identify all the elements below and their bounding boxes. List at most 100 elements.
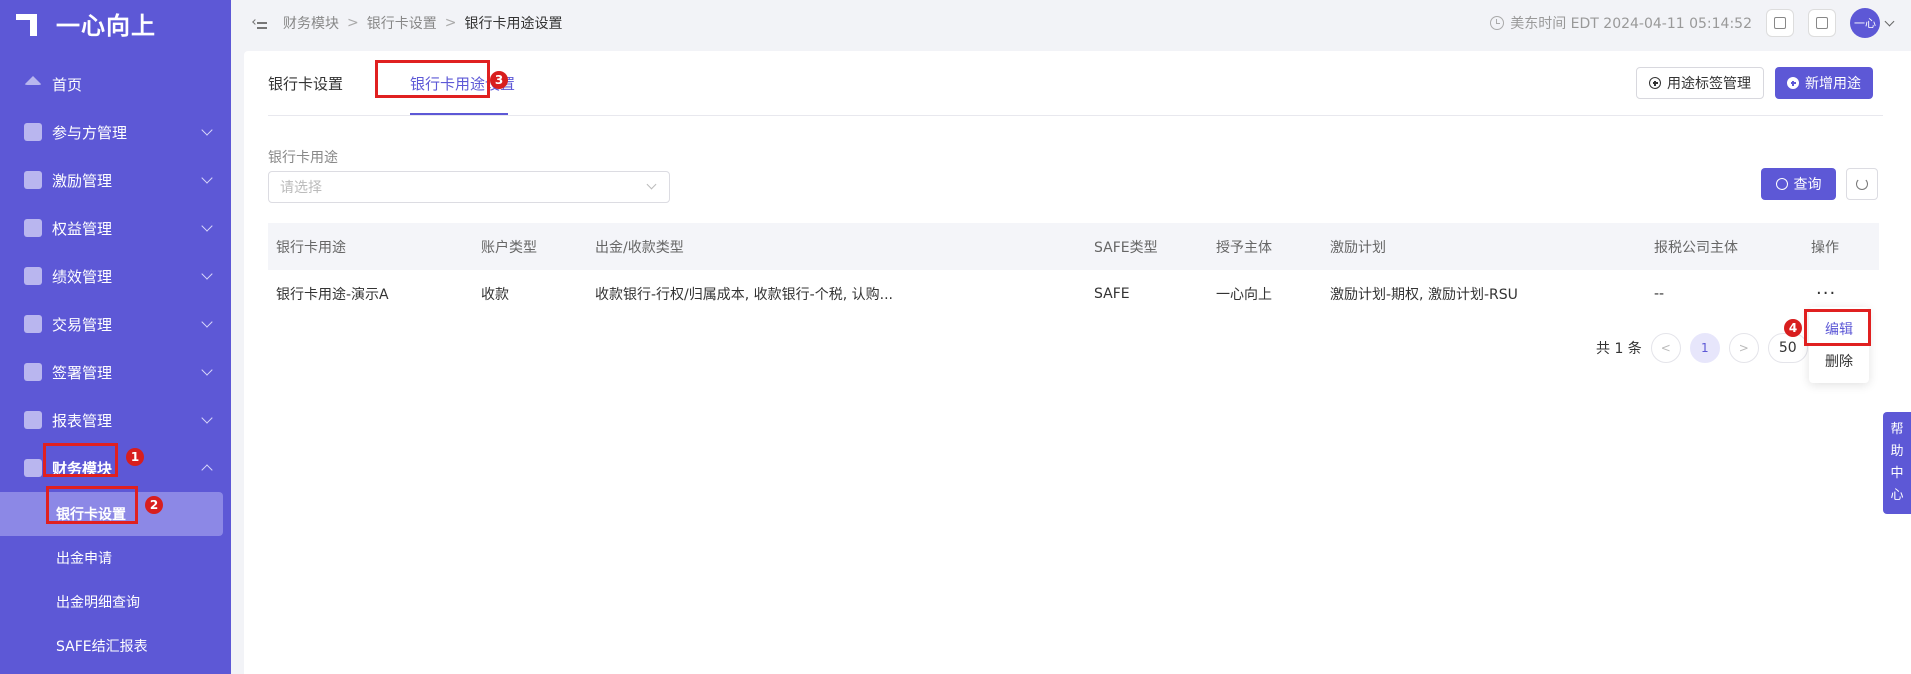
- usage-select[interactable]: 请选择: [268, 171, 670, 203]
- header-actions: 美东时间 EDT 2024-04-11 05:14:52 一心: [1490, 0, 1895, 46]
- sidebar-item-bank-card-settings[interactable]: 银行卡设置: [0, 492, 223, 536]
- step-badge-4: 4: [1784, 319, 1802, 337]
- table-row: 银行卡用途-演示A 收款 收款银行-行权/归属成本, 收款银行-个税, 认购..…: [268, 270, 1879, 318]
- sidebar-item-label: 交易管理: [52, 315, 113, 334]
- page-size-select[interactable]: 50: [1767, 333, 1808, 363]
- prev-page-button[interactable]: <: [1650, 333, 1681, 363]
- select-placeholder: 请选择: [280, 180, 322, 196]
- chevron-up-icon: [201, 464, 213, 476]
- task-button[interactable]: [1766, 9, 1794, 37]
- sidebar-item-incentive[interactable]: 激励管理: [0, 156, 231, 204]
- sidebar-item-finance[interactable]: 财务模块: [0, 444, 231, 492]
- add-circle-icon: [1787, 77, 1799, 89]
- sidebar: 一心向上 首页 参与方管理 激励管理 权益管理 绩效管理 交易管理 签署管理 报…: [0, 0, 231, 674]
- chevron-down-icon: [201, 364, 213, 376]
- cell-plan: 激励计划-期权, 激励计划-RSU: [1330, 287, 1518, 303]
- finance-icon: [24, 459, 42, 477]
- sidebar-item-label: 首页: [52, 75, 83, 94]
- search-button[interactable]: 查询: [1761, 168, 1836, 200]
- home-icon: [24, 75, 42, 85]
- cell-tax-entity: --: [1654, 286, 1665, 302]
- page-button[interactable]: 1: [1689, 333, 1720, 363]
- app-logo[interactable]: 一心向上: [0, 0, 231, 46]
- top-header: 财务模块 > 银行卡设置 > 银行卡用途设置 美东时间 EDT 2024-04-…: [231, 0, 1911, 46]
- clock-icon: [1490, 16, 1505, 30]
- sidebar-item-signing[interactable]: 签署管理: [0, 348, 231, 396]
- add-circle-icon: [1649, 77, 1661, 89]
- cell-grantor: 一心向上: [1216, 287, 1272, 303]
- chevron-down-icon: [201, 220, 213, 232]
- tag-manage-button[interactable]: 用途标签管理: [1636, 67, 1764, 99]
- help-char: 心: [1890, 488, 1904, 503]
- row-action-menu: 编辑 删除: [1809, 307, 1869, 383]
- reset-button[interactable]: [1846, 168, 1878, 200]
- signing-icon: [24, 363, 42, 381]
- time-text: 美东时间 EDT 2024-04-11 05:14:52: [1510, 16, 1752, 32]
- avatar[interactable]: 一心: [1850, 8, 1880, 38]
- participants-icon: [24, 123, 42, 141]
- search-icon: [1775, 178, 1788, 190]
- chevron-down-icon: [201, 124, 213, 136]
- sidebar-item-label: 银行卡设置: [56, 507, 126, 523]
- chevron-down-icon: [201, 316, 213, 328]
- sidebar-item-equity[interactable]: 权益管理: [0, 204, 231, 252]
- report-icon: [24, 411, 42, 429]
- sidebar-item-trade[interactable]: 交易管理: [0, 300, 231, 348]
- collapse-menu-icon[interactable]: [252, 17, 267, 29]
- chevron-down-icon: [201, 268, 213, 280]
- breadcrumb: 财务模块 > 银行卡设置 > 银行卡用途设置: [283, 13, 562, 33]
- breadcrumb-item[interactable]: 财务模块: [283, 13, 339, 33]
- step-badge-1: 1: [126, 448, 144, 466]
- sidebar-item-participants[interactable]: 参与方管理: [0, 108, 231, 156]
- app-name: 一心向上: [56, 11, 156, 40]
- main-card: 银行卡设置 银行卡用途设置 3 用途标签管理 新增用途 银行卡用途 请选择 查询…: [244, 51, 1911, 674]
- cell-usage: 银行卡用途-演示A: [276, 287, 389, 303]
- incentive-icon: [24, 171, 42, 189]
- sidebar-item-payout-request[interactable]: 出金申请: [0, 536, 231, 580]
- breadcrumb-item[interactable]: 银行卡设置: [367, 13, 437, 33]
- refresh-icon: [1856, 178, 1868, 190]
- theme-button[interactable]: [1808, 9, 1836, 37]
- chevron-down-icon: [646, 179, 657, 190]
- clipboard-icon: [1774, 17, 1786, 29]
- sidebar-item-home[interactable]: 首页: [0, 60, 231, 108]
- tab-bank-card-settings[interactable]: 银行卡设置: [268, 73, 343, 94]
- chevron-down-icon[interactable]: [1884, 16, 1895, 26]
- help-char: 帮: [1890, 422, 1904, 437]
- sidebar-item-label: 报表管理: [52, 411, 113, 430]
- sidebar-item-label: 参与方管理: [52, 123, 128, 142]
- sidebar-item-payout-details[interactable]: 出金明细查询: [0, 580, 231, 624]
- filter-label: 银行卡用途: [268, 150, 338, 166]
- edit-menu-item[interactable]: 编辑: [1809, 313, 1869, 345]
- column-header: 激励计划: [1330, 239, 1386, 256]
- sidebar-item-label: 出金申请: [56, 551, 112, 567]
- button-label: 新增用途: [1805, 76, 1861, 92]
- chevron-down-icon: [201, 172, 213, 184]
- column-header: 操作: [1811, 239, 1839, 256]
- help-center-button[interactable]: 帮 助 中 心: [1883, 412, 1911, 514]
- add-usage-button[interactable]: 新增用途: [1775, 67, 1873, 99]
- sidebar-item-label: 财务模块: [52, 459, 113, 478]
- help-char: 助: [1890, 444, 1904, 459]
- button-label: 用途标签管理: [1667, 76, 1751, 92]
- help-char: 中: [1890, 466, 1904, 481]
- sidebar-item-label: SAFE结汇报表: [56, 639, 148, 655]
- breadcrumb-separator: >: [444, 15, 457, 31]
- equity-icon: [24, 219, 42, 237]
- cell-payout-type: 收款银行-行权/归属成本, 收款银行-个税, 认购...: [595, 287, 893, 303]
- column-header: 授予主体: [1216, 239, 1272, 256]
- delete-menu-item[interactable]: 删除: [1809, 345, 1869, 377]
- next-page-button[interactable]: >: [1728, 333, 1759, 363]
- sidebar-item-performance[interactable]: 绩效管理: [0, 252, 231, 300]
- sidebar-item-safe-report[interactable]: SAFE结汇报表: [0, 624, 231, 668]
- chevron-down-icon: [201, 412, 213, 424]
- sidebar-menu: 首页 参与方管理 激励管理 权益管理 绩效管理 交易管理 签署管理 报表管理 财…: [0, 60, 231, 492]
- column-header: 出金/收款类型: [595, 239, 684, 256]
- sidebar-item-reports[interactable]: 报表管理: [0, 396, 231, 444]
- shirt-icon: [1816, 17, 1828, 29]
- column-header: SAFE类型: [1094, 239, 1158, 256]
- column-header: 账户类型: [481, 239, 537, 256]
- sidebar-item-label: 出金明细查询: [56, 595, 140, 611]
- pagination-total: 共 1 条: [1596, 341, 1642, 357]
- step-badge-3: 3: [490, 71, 508, 89]
